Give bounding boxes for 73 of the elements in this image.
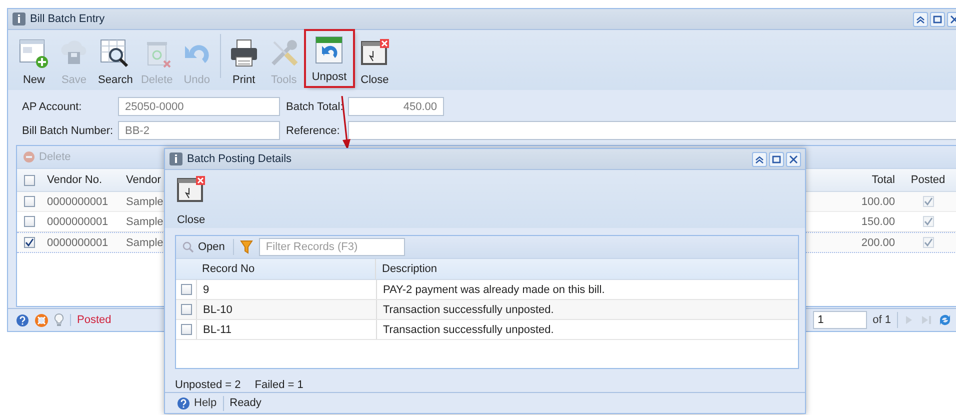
new-document-icon: [18, 37, 50, 69]
column-header[interactable]: Description: [376, 263, 798, 275]
input-field[interactable]: BB-2: [118, 121, 280, 140]
summary-text: Failed = 1: [254, 379, 304, 391]
maximize-button[interactable]: [930, 12, 945, 26]
dialog-title: Batch Posting Details: [187, 153, 293, 165]
checkbox[interactable]: [24, 237, 34, 248]
search-icon: [182, 241, 194, 253]
table-cell-text: 0000000001: [46, 196, 110, 208]
unpost-button[interactable]: Unpost: [306, 31, 353, 86]
table-cell-text: 0000000001: [46, 216, 110, 228]
filter-field[interactable]: Filter Records (F3): [258, 238, 405, 256]
table-cell: 9: [197, 280, 377, 299]
filter-icon[interactable]: [240, 240, 253, 254]
open-button[interactable]: Open: [180, 241, 227, 253]
input-field[interactable]: [348, 121, 956, 140]
table-cell-text: 150.00: [860, 216, 896, 228]
table-cell-text: 0000000001: [46, 236, 110, 248]
checkbox[interactable]: [180, 304, 192, 315]
table-cell: BL-11: [197, 320, 377, 339]
help-icon[interactable]: [177, 396, 190, 410]
summary-text: Unposted = 2: [175, 379, 241, 391]
column-header[interactable]: Vendor No.: [41, 174, 119, 186]
lightbulb-icon[interactable]: [54, 313, 64, 327]
minus-circle-icon: [23, 151, 35, 163]
table-cell-text: Transaction successfully unposted.: [382, 304, 555, 316]
input-field[interactable]: 450.00: [348, 97, 444, 116]
table-cell-text: PAY-2 payment was already made on this bill.: [382, 284, 606, 296]
table-cell-text: Sample: [125, 196, 164, 208]
window-icon: [169, 152, 183, 166]
lifebuoy-icon[interactable]: [35, 314, 48, 326]
window-title: Bill Batch Entry: [30, 13, 106, 25]
calendar-undo-icon: [313, 34, 346, 66]
column-header[interactable]: Total: [825, 174, 905, 186]
field-label: Batch Total:: [285, 100, 344, 112]
window-icon: [12, 12, 26, 26]
help-button[interactable]: Help: [171, 396, 224, 410]
checkbox[interactable]: [180, 324, 192, 335]
field-label: Reference:: [285, 124, 341, 136]
new-button[interactable]: New: [14, 37, 54, 86]
field-label: AP Account:: [22, 100, 83, 112]
input-field[interactable]: 25050-0000: [118, 97, 280, 116]
checkbox[interactable]: [24, 174, 34, 186]
double-chevron-up-icon: [755, 154, 764, 164]
close-button[interactable]: Close: [175, 174, 207, 228]
maximize-icon: [772, 154, 781, 164]
checkbox[interactable]: [24, 216, 34, 227]
help-icon[interactable]: [16, 314, 29, 326]
table-cell: BL-10: [197, 300, 377, 319]
page-count: of 1: [872, 314, 891, 326]
print-button[interactable]: Print: [224, 37, 264, 86]
close-button[interactable]: Close: [354, 37, 395, 86]
search-button[interactable]: Search: [94, 37, 137, 86]
table-cell-text: Transaction successfully unposted.: [382, 324, 555, 336]
double-chevron-up-icon: [916, 14, 925, 24]
maximize-button[interactable]: [769, 152, 784, 166]
table-cell-text: Sample: [125, 236, 164, 248]
collapse-button[interactable]: [913, 12, 928, 26]
checkbox[interactable]: [180, 284, 192, 295]
close-icon: [789, 154, 798, 164]
status-text: Ready: [230, 397, 262, 409]
close-button[interactable]: [786, 152, 801, 166]
table-cell-text: 100.00: [860, 196, 896, 208]
field-label: Bill Batch Number:: [22, 124, 114, 136]
checkbox[interactable]: [24, 196, 34, 207]
page-input[interactable]: 1: [812, 311, 867, 329]
column-header[interactable]: Posted: [905, 174, 951, 186]
column-header[interactable]: Record No: [196, 259, 376, 279]
collapse-button[interactable]: [752, 152, 767, 166]
maximize-icon: [933, 14, 942, 24]
refresh-icon[interactable]: [938, 313, 952, 327]
table-cell-text: 200.00: [860, 236, 896, 248]
status-text: Posted: [70, 314, 112, 326]
